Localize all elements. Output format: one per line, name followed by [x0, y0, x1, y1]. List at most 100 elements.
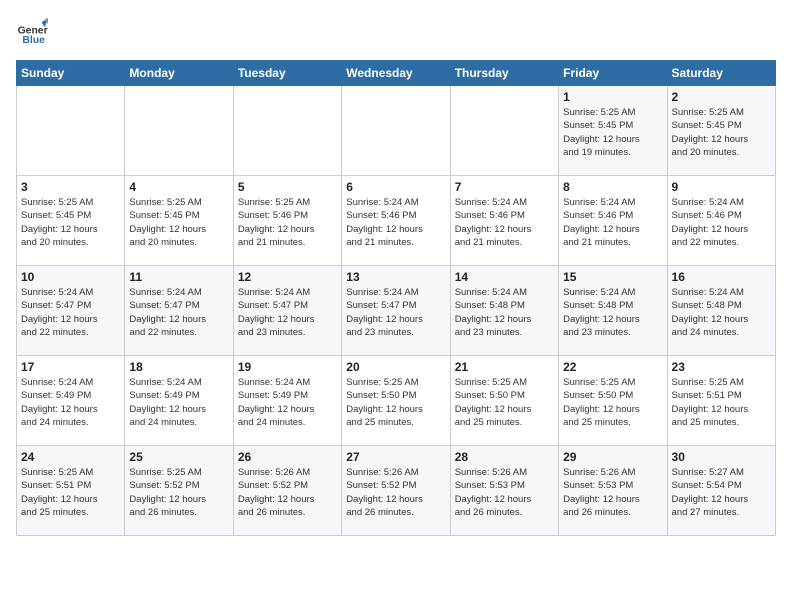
day-info: Sunrise: 5:25 AM Sunset: 5:46 PM Dayligh… [238, 196, 337, 249]
calendar-cell: 8Sunrise: 5:24 AM Sunset: 5:46 PM Daylig… [559, 176, 667, 266]
day-number: 5 [238, 180, 337, 194]
day-info: Sunrise: 5:24 AM Sunset: 5:48 PM Dayligh… [672, 286, 771, 339]
day-info: Sunrise: 5:24 AM Sunset: 5:47 PM Dayligh… [238, 286, 337, 339]
calendar-header: SundayMondayTuesdayWednesdayThursdayFrid… [17, 61, 776, 86]
day-number: 6 [346, 180, 445, 194]
calendar-cell: 27 Sunrise: 5:26 AM Sunset: 5:52 PM Dayli… [342, 446, 450, 536]
calendar-body: 1 Sunrise: 5:25 AM Sunset: 5:45 PM Daylig… [17, 86, 776, 536]
calendar-cell: 23 Sunrise: 5:25 AM Sunset: 5:51 PM Dayli… [667, 356, 775, 446]
calendar-week-4: 24 Sunrise: 5:25 AM Sunset: 5:51 PM Dayli… [17, 446, 776, 536]
day-info: Sunrise: 5:26 AM Sunset: 5:52 PM Dayligh… [238, 466, 337, 519]
calendar-cell: 2 Sunrise: 5:25 AM Sunset: 5:45 PM Daylig… [667, 86, 775, 176]
day-info: Sunrise: 5:27 AM Sunset: 5:54 PM Dayligh… [672, 466, 771, 519]
calendar-cell: 19 Sunrise: 5:24 AM Sunset: 5:49 PM Dayli… [233, 356, 341, 446]
day-number: 13 [346, 270, 445, 284]
day-info: Sunrise: 5:25 AM Sunset: 5:50 PM Dayligh… [563, 376, 662, 429]
calendar-cell: 12 Sunrise: 5:24 AM Sunset: 5:47 PM Dayli… [233, 266, 341, 356]
day-info: Sunrise: 5:25 AM Sunset: 5:52 PM Dayligh… [129, 466, 228, 519]
day-info: Sunrise: 5:25 AM Sunset: 5:51 PM Dayligh… [21, 466, 120, 519]
calendar-cell [342, 86, 450, 176]
calendar-cell: 16Sunrise: 5:24 AM Sunset: 5:48 PM Dayli… [667, 266, 775, 356]
day-info: Sunrise: 5:24 AM Sunset: 5:47 PM Dayligh… [346, 286, 445, 339]
calendar-cell [450, 86, 558, 176]
calendar-cell: 17 Sunrise: 5:24 AM Sunset: 5:49 PM Dayli… [17, 356, 125, 446]
day-number: 18 [129, 360, 228, 374]
calendar-week-2: 10Sunrise: 5:24 AM Sunset: 5:47 PM Dayli… [17, 266, 776, 356]
day-info: Sunrise: 5:24 AM Sunset: 5:46 PM Dayligh… [455, 196, 554, 249]
svg-text:Blue: Blue [22, 35, 45, 46]
calendar-cell: 7 Sunrise: 5:24 AM Sunset: 5:46 PM Daylig… [450, 176, 558, 266]
calendar-cell: 15Sunrise: 5:24 AM Sunset: 5:48 PM Dayli… [559, 266, 667, 356]
calendar-cell: 5 Sunrise: 5:25 AM Sunset: 5:46 PM Daylig… [233, 176, 341, 266]
day-info: Sunrise: 5:24 AM Sunset: 5:46 PM Dayligh… [563, 196, 662, 249]
day-number: 12 [238, 270, 337, 284]
calendar-cell: 20 Sunrise: 5:25 AM Sunset: 5:50 PM Dayli… [342, 356, 450, 446]
calendar-cell [17, 86, 125, 176]
calendar-cell: 26Sunrise: 5:26 AM Sunset: 5:52 PM Dayli… [233, 446, 341, 536]
day-number: 19 [238, 360, 337, 374]
day-info: Sunrise: 5:24 AM Sunset: 5:49 PM Dayligh… [238, 376, 337, 429]
day-number: 2 [672, 90, 771, 104]
calendar-cell: 29 Sunrise: 5:26 AM Sunset: 5:53 PM Dayli… [559, 446, 667, 536]
calendar-week-3: 17 Sunrise: 5:24 AM Sunset: 5:49 PM Dayli… [17, 356, 776, 446]
day-info: Sunrise: 5:26 AM Sunset: 5:53 PM Dayligh… [563, 466, 662, 519]
day-number: 23 [672, 360, 771, 374]
logo-icon: General Blue [16, 16, 48, 48]
day-info: Sunrise: 5:26 AM Sunset: 5:53 PM Dayligh… [455, 466, 554, 519]
page-header: General Blue [16, 16, 776, 48]
calendar-cell: 14 Sunrise: 5:24 AM Sunset: 5:48 PM Dayli… [450, 266, 558, 356]
calendar-cell: 4Sunrise: 5:25 AM Sunset: 5:45 PM Daylig… [125, 176, 233, 266]
day-number: 24 [21, 450, 120, 464]
calendar-cell: 10Sunrise: 5:24 AM Sunset: 5:47 PM Dayli… [17, 266, 125, 356]
calendar-cell: 30 Sunrise: 5:27 AM Sunset: 5:54 PM Dayli… [667, 446, 775, 536]
day-number: 29 [563, 450, 662, 464]
calendar-cell [125, 86, 233, 176]
calendar-cell: 3Sunrise: 5:25 AM Sunset: 5:45 PM Daylig… [17, 176, 125, 266]
weekday-header-tuesday: Tuesday [233, 61, 341, 86]
day-number: 21 [455, 360, 554, 374]
day-info: Sunrise: 5:24 AM Sunset: 5:48 PM Dayligh… [455, 286, 554, 339]
day-number: 1 [563, 90, 662, 104]
calendar-cell: 13 Sunrise: 5:24 AM Sunset: 5:47 PM Dayli… [342, 266, 450, 356]
day-info: Sunrise: 5:25 AM Sunset: 5:50 PM Dayligh… [455, 376, 554, 429]
day-info: Sunrise: 5:25 AM Sunset: 5:45 PM Dayligh… [129, 196, 228, 249]
day-info: Sunrise: 5:25 AM Sunset: 5:50 PM Dayligh… [346, 376, 445, 429]
calendar-cell: 1 Sunrise: 5:25 AM Sunset: 5:45 PM Daylig… [559, 86, 667, 176]
logo: General Blue [16, 16, 52, 48]
day-info: Sunrise: 5:26 AM Sunset: 5:52 PM Dayligh… [346, 466, 445, 519]
day-info: Sunrise: 5:25 AM Sunset: 5:45 PM Dayligh… [563, 106, 662, 159]
calendar-cell: 9 Sunrise: 5:24 AM Sunset: 5:46 PM Daylig… [667, 176, 775, 266]
day-number: 9 [672, 180, 771, 194]
day-info: Sunrise: 5:24 AM Sunset: 5:49 PM Dayligh… [21, 376, 120, 429]
day-info: Sunrise: 5:25 AM Sunset: 5:51 PM Dayligh… [672, 376, 771, 429]
calendar-table: SundayMondayTuesdayWednesdayThursdayFrid… [16, 60, 776, 536]
weekday-header-wednesday: Wednesday [342, 61, 450, 86]
day-number: 22 [563, 360, 662, 374]
day-number: 20 [346, 360, 445, 374]
day-info: Sunrise: 5:24 AM Sunset: 5:49 PM Dayligh… [129, 376, 228, 429]
day-info: Sunrise: 5:24 AM Sunset: 5:46 PM Dayligh… [672, 196, 771, 249]
weekday-header-saturday: Saturday [667, 61, 775, 86]
calendar-cell: 25 Sunrise: 5:25 AM Sunset: 5:52 PM Dayli… [125, 446, 233, 536]
calendar-cell [233, 86, 341, 176]
day-number: 14 [455, 270, 554, 284]
day-number: 17 [21, 360, 120, 374]
weekday-header-sunday: Sunday [17, 61, 125, 86]
calendar-cell: 6 Sunrise: 5:24 AM Sunset: 5:46 PM Daylig… [342, 176, 450, 266]
calendar-cell: 24 Sunrise: 5:25 AM Sunset: 5:51 PM Dayli… [17, 446, 125, 536]
weekday-header-thursday: Thursday [450, 61, 558, 86]
day-number: 15 [563, 270, 662, 284]
day-info: Sunrise: 5:24 AM Sunset: 5:46 PM Dayligh… [346, 196, 445, 249]
calendar-cell: 28Sunrise: 5:26 AM Sunset: 5:53 PM Dayli… [450, 446, 558, 536]
day-info: Sunrise: 5:25 AM Sunset: 5:45 PM Dayligh… [672, 106, 771, 159]
weekday-header-monday: Monday [125, 61, 233, 86]
day-number: 3 [21, 180, 120, 194]
calendar-cell: 21 Sunrise: 5:25 AM Sunset: 5:50 PM Dayli… [450, 356, 558, 446]
day-number: 7 [455, 180, 554, 194]
calendar-week-0: 1 Sunrise: 5:25 AM Sunset: 5:45 PM Daylig… [17, 86, 776, 176]
calendar-cell: 11Sunrise: 5:24 AM Sunset: 5:47 PM Dayli… [125, 266, 233, 356]
calendar-week-1: 3 Sunrise: 5:25 AM Sunset: 5:45 PM Daylig… [17, 176, 776, 266]
day-number: 27 [346, 450, 445, 464]
day-number: 30 [672, 450, 771, 464]
day-number: 25 [129, 450, 228, 464]
